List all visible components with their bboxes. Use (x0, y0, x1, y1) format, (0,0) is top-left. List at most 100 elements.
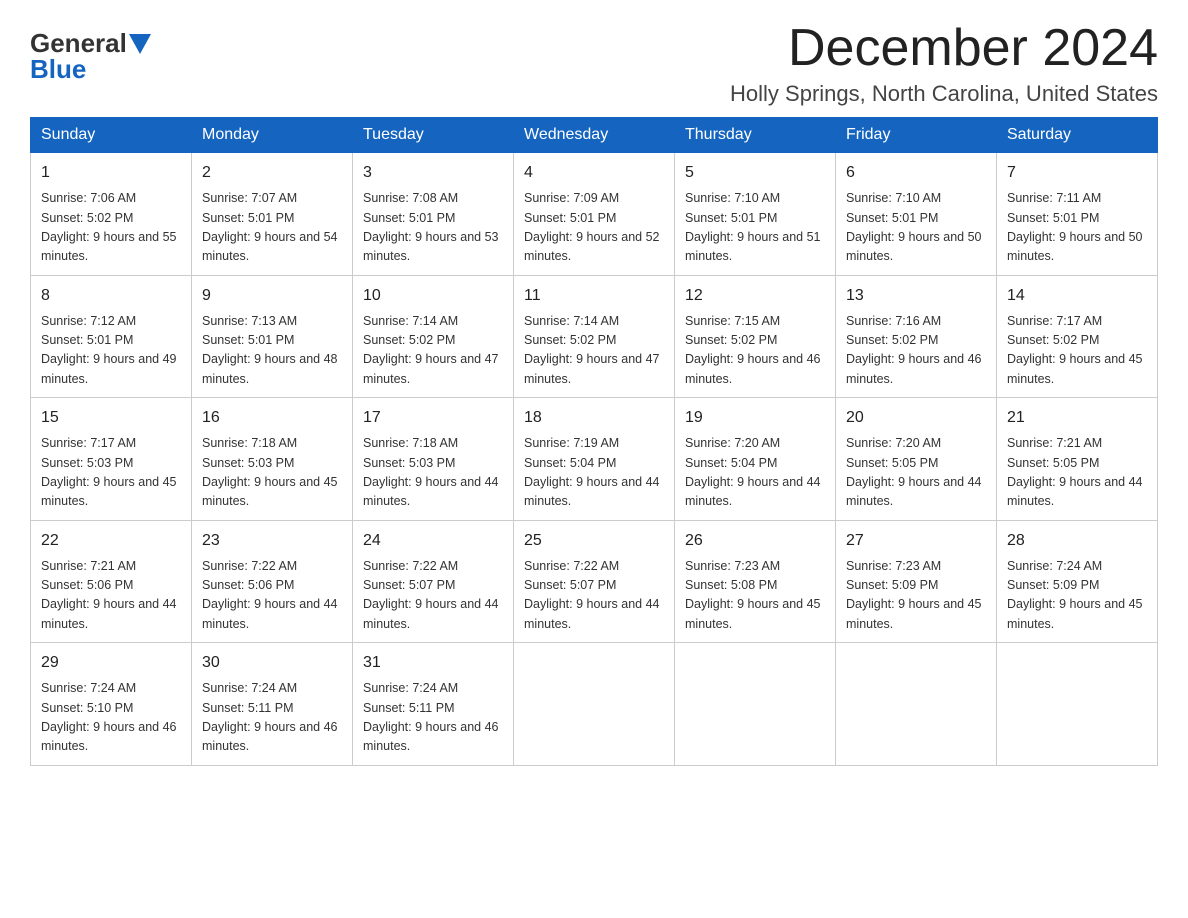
calendar-day-cell (514, 643, 675, 766)
calendar-day-cell: 28 Sunrise: 7:24 AMSunset: 5:09 PMDaylig… (997, 520, 1158, 643)
day-number: 31 (363, 651, 503, 675)
day-number: 14 (1007, 284, 1147, 308)
calendar-day-cell (997, 643, 1158, 766)
calendar-day-cell: 9 Sunrise: 7:13 AMSunset: 5:01 PMDayligh… (192, 275, 353, 398)
weekday-header-friday: Friday (836, 118, 997, 153)
calendar-week-row: 1 Sunrise: 7:06 AMSunset: 5:02 PMDayligh… (31, 153, 1158, 276)
calendar-day-cell: 13 Sunrise: 7:16 AMSunset: 5:02 PMDaylig… (836, 275, 997, 398)
day-info: Sunrise: 7:13 AMSunset: 5:01 PMDaylight:… (202, 312, 342, 390)
calendar-day-cell: 22 Sunrise: 7:21 AMSunset: 5:06 PMDaylig… (31, 520, 192, 643)
calendar-day-cell: 26 Sunrise: 7:23 AMSunset: 5:08 PMDaylig… (675, 520, 836, 643)
day-info: Sunrise: 7:12 AMSunset: 5:01 PMDaylight:… (41, 312, 181, 390)
logo-general-text: General (30, 30, 127, 56)
day-number: 19 (685, 406, 825, 430)
day-info: Sunrise: 7:22 AMSunset: 5:07 PMDaylight:… (363, 557, 503, 635)
day-number: 21 (1007, 406, 1147, 430)
day-number: 15 (41, 406, 181, 430)
calendar-day-cell: 12 Sunrise: 7:15 AMSunset: 5:02 PMDaylig… (675, 275, 836, 398)
day-number: 16 (202, 406, 342, 430)
calendar-day-cell: 6 Sunrise: 7:10 AMSunset: 5:01 PMDayligh… (836, 153, 997, 276)
day-info: Sunrise: 7:17 AMSunset: 5:03 PMDaylight:… (41, 434, 181, 512)
calendar-day-cell: 8 Sunrise: 7:12 AMSunset: 5:01 PMDayligh… (31, 275, 192, 398)
day-info: Sunrise: 7:15 AMSunset: 5:02 PMDaylight:… (685, 312, 825, 390)
day-number: 25 (524, 529, 664, 553)
day-number: 11 (524, 284, 664, 308)
day-info: Sunrise: 7:20 AMSunset: 5:05 PMDaylight:… (846, 434, 986, 512)
day-number: 8 (41, 284, 181, 308)
title-area: December 2024 Holly Springs, North Carol… (730, 20, 1158, 107)
calendar-day-cell: 4 Sunrise: 7:09 AMSunset: 5:01 PMDayligh… (514, 153, 675, 276)
day-info: Sunrise: 7:09 AMSunset: 5:01 PMDaylight:… (524, 189, 664, 267)
day-info: Sunrise: 7:14 AMSunset: 5:02 PMDaylight:… (524, 312, 664, 390)
day-number: 3 (363, 161, 503, 185)
day-info: Sunrise: 7:24 AMSunset: 5:09 PMDaylight:… (1007, 557, 1147, 635)
day-number: 5 (685, 161, 825, 185)
day-info: Sunrise: 7:08 AMSunset: 5:01 PMDaylight:… (363, 189, 503, 267)
calendar-day-cell: 10 Sunrise: 7:14 AMSunset: 5:02 PMDaylig… (353, 275, 514, 398)
day-number: 27 (846, 529, 986, 553)
day-number: 24 (363, 529, 503, 553)
day-number: 7 (1007, 161, 1147, 185)
calendar-day-cell: 16 Sunrise: 7:18 AMSunset: 5:03 PMDaylig… (192, 398, 353, 521)
day-number: 10 (363, 284, 503, 308)
calendar-day-cell: 20 Sunrise: 7:20 AMSunset: 5:05 PMDaylig… (836, 398, 997, 521)
calendar-day-cell: 27 Sunrise: 7:23 AMSunset: 5:09 PMDaylig… (836, 520, 997, 643)
logo-blue-text: Blue (30, 56, 86, 82)
day-number: 22 (41, 529, 181, 553)
calendar-day-cell: 7 Sunrise: 7:11 AMSunset: 5:01 PMDayligh… (997, 153, 1158, 276)
calendar-day-cell: 31 Sunrise: 7:24 AMSunset: 5:11 PMDaylig… (353, 643, 514, 766)
calendar-day-cell: 29 Sunrise: 7:24 AMSunset: 5:10 PMDaylig… (31, 643, 192, 766)
calendar-week-row: 22 Sunrise: 7:21 AMSunset: 5:06 PMDaylig… (31, 520, 1158, 643)
day-info: Sunrise: 7:17 AMSunset: 5:02 PMDaylight:… (1007, 312, 1147, 390)
day-number: 29 (41, 651, 181, 675)
calendar-day-cell (836, 643, 997, 766)
calendar-day-cell: 30 Sunrise: 7:24 AMSunset: 5:11 PMDaylig… (192, 643, 353, 766)
calendar-day-cell: 1 Sunrise: 7:06 AMSunset: 5:02 PMDayligh… (31, 153, 192, 276)
calendar-day-cell: 14 Sunrise: 7:17 AMSunset: 5:02 PMDaylig… (997, 275, 1158, 398)
day-number: 20 (846, 406, 986, 430)
calendar-day-cell: 19 Sunrise: 7:20 AMSunset: 5:04 PMDaylig… (675, 398, 836, 521)
calendar-day-cell: 11 Sunrise: 7:14 AMSunset: 5:02 PMDaylig… (514, 275, 675, 398)
day-info: Sunrise: 7:11 AMSunset: 5:01 PMDaylight:… (1007, 189, 1147, 267)
day-number: 2 (202, 161, 342, 185)
day-info: Sunrise: 7:23 AMSunset: 5:08 PMDaylight:… (685, 557, 825, 635)
day-info: Sunrise: 7:10 AMSunset: 5:01 PMDaylight:… (685, 189, 825, 267)
day-info: Sunrise: 7:24 AMSunset: 5:10 PMDaylight:… (41, 679, 181, 757)
day-number: 12 (685, 284, 825, 308)
day-info: Sunrise: 7:21 AMSunset: 5:05 PMDaylight:… (1007, 434, 1147, 512)
weekday-header-saturday: Saturday (997, 118, 1158, 153)
weekday-header-sunday: Sunday (31, 118, 192, 153)
calendar-day-cell: 23 Sunrise: 7:22 AMSunset: 5:06 PMDaylig… (192, 520, 353, 643)
day-number: 28 (1007, 529, 1147, 553)
day-info: Sunrise: 7:18 AMSunset: 5:03 PMDaylight:… (363, 434, 503, 512)
weekday-header-row: SundayMondayTuesdayWednesdayThursdayFrid… (31, 118, 1158, 153)
weekday-header-wednesday: Wednesday (514, 118, 675, 153)
day-info: Sunrise: 7:22 AMSunset: 5:06 PMDaylight:… (202, 557, 342, 635)
day-info: Sunrise: 7:24 AMSunset: 5:11 PMDaylight:… (363, 679, 503, 757)
day-number: 18 (524, 406, 664, 430)
calendar-day-cell: 2 Sunrise: 7:07 AMSunset: 5:01 PMDayligh… (192, 153, 353, 276)
calendar-day-cell: 5 Sunrise: 7:10 AMSunset: 5:01 PMDayligh… (675, 153, 836, 276)
calendar-day-cell (675, 643, 836, 766)
day-number: 23 (202, 529, 342, 553)
calendar-week-row: 8 Sunrise: 7:12 AMSunset: 5:01 PMDayligh… (31, 275, 1158, 398)
calendar-day-cell: 25 Sunrise: 7:22 AMSunset: 5:07 PMDaylig… (514, 520, 675, 643)
day-info: Sunrise: 7:10 AMSunset: 5:01 PMDaylight:… (846, 189, 986, 267)
day-number: 13 (846, 284, 986, 308)
day-info: Sunrise: 7:22 AMSunset: 5:07 PMDaylight:… (524, 557, 664, 635)
weekday-header-monday: Monday (192, 118, 353, 153)
day-info: Sunrise: 7:24 AMSunset: 5:11 PMDaylight:… (202, 679, 342, 757)
day-info: Sunrise: 7:21 AMSunset: 5:06 PMDaylight:… (41, 557, 181, 635)
page-header: General Blue December 2024 Holly Springs… (30, 20, 1158, 107)
calendar-day-cell: 21 Sunrise: 7:21 AMSunset: 5:05 PMDaylig… (997, 398, 1158, 521)
calendar-day-cell: 24 Sunrise: 7:22 AMSunset: 5:07 PMDaylig… (353, 520, 514, 643)
calendar-week-row: 15 Sunrise: 7:17 AMSunset: 5:03 PMDaylig… (31, 398, 1158, 521)
calendar-table: SundayMondayTuesdayWednesdayThursdayFrid… (30, 117, 1158, 766)
calendar-week-row: 29 Sunrise: 7:24 AMSunset: 5:10 PMDaylig… (31, 643, 1158, 766)
calendar-day-cell: 3 Sunrise: 7:08 AMSunset: 5:01 PMDayligh… (353, 153, 514, 276)
day-number: 30 (202, 651, 342, 675)
day-info: Sunrise: 7:19 AMSunset: 5:04 PMDaylight:… (524, 434, 664, 512)
day-info: Sunrise: 7:14 AMSunset: 5:02 PMDaylight:… (363, 312, 503, 390)
day-number: 1 (41, 161, 181, 185)
month-title: December 2024 (730, 20, 1158, 77)
